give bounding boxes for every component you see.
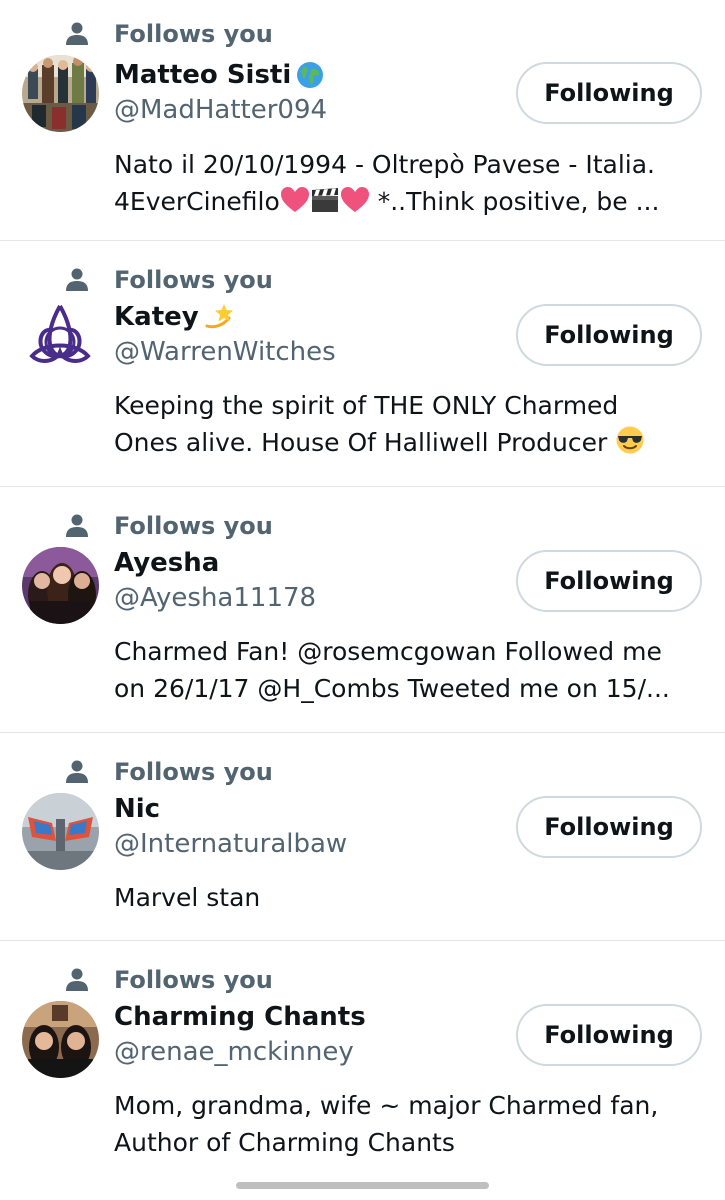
following-button[interactable]: Following bbox=[516, 1004, 702, 1066]
person-icon bbox=[66, 968, 88, 991]
follows-you-label: Follows you bbox=[114, 966, 273, 994]
user-cell[interactable]: Follows you Ayesha @Ayesha11178 Followin… bbox=[0, 487, 725, 733]
user-cell[interactable]: Follows you Katey @WarrenWitches Followi… bbox=[0, 241, 725, 487]
user-cell[interactable]: Follows you Matteo Sisti @MadHatter094 F… bbox=[0, 0, 725, 241]
clapper-board-emoji-icon bbox=[311, 188, 338, 212]
bio-line: Mom, grandma, wife ~ major Charmed fan, bbox=[114, 1091, 659, 1120]
dizzy-star-emoji-icon bbox=[205, 304, 233, 329]
globe-emoji-icon bbox=[297, 62, 324, 88]
display-name-text: Nic bbox=[114, 794, 161, 824]
user-bio: Nato il 20/10/1994 - Oltrepò Pavese - It… bbox=[114, 146, 709, 220]
pink-heart-emoji-icon bbox=[340, 187, 369, 212]
bio-line: Marvel stan bbox=[114, 883, 261, 912]
social-context: Follows you bbox=[64, 964, 273, 994]
display-name-text: Charming Chants bbox=[114, 1002, 366, 1032]
display-name[interactable]: Ayesha bbox=[114, 548, 219, 578]
user-cell[interactable]: Follows you Nic @Internaturalbaw Followi… bbox=[0, 733, 725, 941]
avatar[interactable] bbox=[22, 1001, 99, 1078]
sunglasses-emoji-icon bbox=[616, 426, 644, 454]
avatar[interactable] bbox=[22, 55, 99, 132]
display-name-text: Ayesha bbox=[114, 548, 220, 578]
user-handle[interactable]: @Internaturalbaw bbox=[114, 829, 347, 859]
follows-you-label: Follows you bbox=[114, 758, 273, 786]
display-name-text: Katey bbox=[114, 302, 199, 332]
person-icon bbox=[66, 514, 88, 537]
user-bio: Keeping the spirit of THE ONLY Charmed O… bbox=[114, 387, 709, 461]
bio-line: 4EverCinefilo *..Think positive, be ... bbox=[114, 183, 709, 220]
following-button[interactable]: Following bbox=[516, 550, 702, 612]
follows-you-label: Follows you bbox=[114, 20, 273, 48]
user-handle[interactable]: @MadHatter094 bbox=[114, 95, 327, 125]
social-context: Follows you bbox=[64, 18, 273, 48]
person-icon bbox=[66, 760, 88, 783]
user-bio: Marvel stan bbox=[114, 879, 709, 916]
bio-line: Author of Charming Chants bbox=[114, 1128, 455, 1157]
following-button[interactable]: Following bbox=[516, 796, 702, 858]
social-context: Follows you bbox=[64, 756, 273, 786]
follows-you-label: Follows you bbox=[114, 266, 273, 294]
user-handle[interactable]: @WarrenWitches bbox=[114, 337, 336, 367]
bio-line-segment: Ones alive. House Of Halliwell Producer bbox=[114, 428, 608, 457]
avatar[interactable] bbox=[22, 793, 99, 870]
bio-line: Keeping the spirit of THE ONLY Charmed bbox=[114, 391, 619, 420]
display-name[interactable]: Charming Chants bbox=[114, 1002, 366, 1032]
user-handle[interactable]: @renae_mckinney bbox=[114, 1037, 354, 1067]
following-button[interactable]: Following bbox=[516, 62, 702, 124]
display-name-text: Matteo Sisti bbox=[114, 60, 292, 90]
bio-line: on 26/1/17 @H_Combs Tweeted me on 15/... bbox=[114, 674, 670, 703]
display-name[interactable]: Matteo Sisti bbox=[114, 60, 325, 90]
user-cell[interactable]: Follows you Charming Chants @renae_mckin… bbox=[0, 941, 725, 1200]
bio-line: Ones alive. House Of Halliwell Producer bbox=[114, 424, 709, 461]
user-bio: Mom, grandma, wife ~ major Charmed fan, … bbox=[114, 1087, 709, 1161]
home-indicator[interactable] bbox=[236, 1182, 489, 1189]
bio-line: Nato il 20/10/1994 - Oltrepò Pavese - It… bbox=[114, 150, 655, 179]
bio-line: Charmed Fan! @rosemcgowan Followed me bbox=[114, 637, 662, 666]
person-icon bbox=[66, 268, 88, 291]
social-context: Follows you bbox=[64, 510, 273, 540]
bio-line-segment: *..Think positive, be ... bbox=[377, 187, 660, 216]
following-button[interactable]: Following bbox=[516, 304, 702, 366]
display-name[interactable]: Nic bbox=[114, 794, 160, 824]
user-handle[interactable]: @Ayesha11178 bbox=[114, 583, 316, 613]
follows-you-label: Follows you bbox=[114, 512, 273, 540]
social-context: Follows you bbox=[64, 264, 273, 294]
bio-line-segment: 4EverCinefilo bbox=[114, 187, 280, 216]
person-icon bbox=[66, 22, 88, 45]
avatar[interactable] bbox=[22, 298, 99, 375]
followers-list: Follows you Matteo Sisti @MadHatter094 F… bbox=[0, 0, 725, 1200]
display-name[interactable]: Katey bbox=[114, 302, 235, 332]
pink-heart-emoji-icon bbox=[280, 187, 309, 212]
user-bio: Charmed Fan! @rosemcgowan Followed me on… bbox=[114, 633, 709, 707]
avatar[interactable] bbox=[22, 547, 99, 624]
